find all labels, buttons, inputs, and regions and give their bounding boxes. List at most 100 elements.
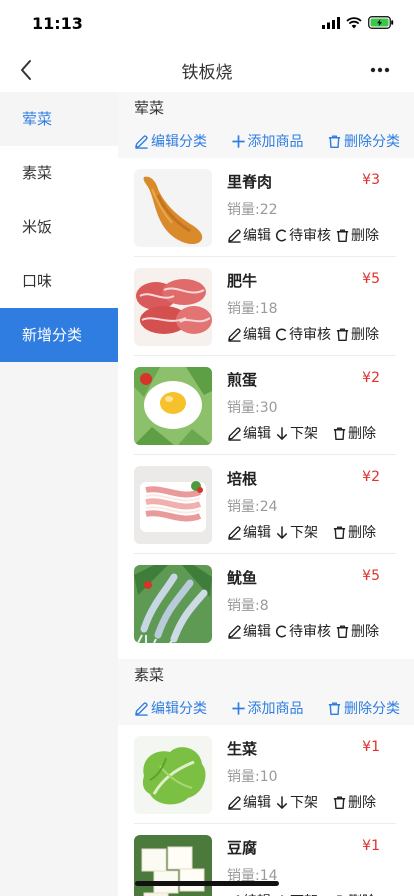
delete-product-button[interactable]: 删除 [332, 423, 376, 443]
edit-category-label: 编辑分类 [151, 134, 207, 150]
page-title: 铁板烧 [181, 63, 233, 83]
product-actions: 编辑 待审核 删除 [227, 225, 383, 245]
edit-label: 编辑 [243, 426, 271, 442]
edit-icon [228, 525, 241, 540]
trash-icon [336, 327, 349, 341]
take-down-button[interactable]: 下架 [275, 522, 318, 542]
sidebar-item-vegetable[interactable]: 素菜 [0, 146, 118, 200]
edit-label: 编辑 [243, 327, 271, 343]
plus-icon [231, 701, 245, 715]
category-name: 素菜 [134, 666, 165, 684]
more-button[interactable] [366, 56, 394, 84]
add-product-button[interactable]: 添加商品 [231, 698, 304, 718]
add-product-label: 添加商品 [247, 701, 304, 717]
product-sales: 销量:8 [227, 598, 269, 614]
delete-product-button[interactable]: 删除 [332, 891, 376, 896]
category-name: 荤菜 [134, 99, 165, 117]
product-actions: 编辑 下架 删除 [227, 522, 380, 542]
add-category-button[interactable]: 新增分类 [0, 308, 118, 362]
status-icons [322, 16, 394, 29]
edit-icon [228, 327, 241, 342]
delete-product-button[interactable]: 删除 [335, 621, 379, 641]
take-down-button[interactable]: 下架 [275, 792, 318, 812]
arrow-down-icon [276, 426, 288, 440]
home-indicator[interactable] [135, 881, 279, 886]
pending-review-button[interactable]: 待审核 [275, 324, 331, 344]
sidebar-item-meat[interactable]: 荤菜 [0, 92, 118, 146]
sidebar-item-flavor[interactable]: 口味 [0, 254, 118, 308]
pending-review-button[interactable]: 待审核 [275, 621, 331, 641]
trash-icon [336, 624, 349, 638]
take-down-label: 下架 [290, 891, 318, 896]
take-down-button[interactable]: 下架 [275, 891, 318, 896]
delete-category-button[interactable]: 删除分类 [327, 131, 400, 151]
product-sales: 销量:10 [227, 769, 278, 785]
pending-review-label: 待审核 [289, 624, 331, 640]
delete-category-label: 删除分类 [344, 134, 400, 150]
delete-product-button[interactable]: 删除 [332, 792, 376, 812]
edit-category-button[interactable]: 编辑分类 [134, 698, 207, 718]
sidebar-item-rice[interactable]: 米饭 [0, 200, 118, 254]
edit-product-button[interactable]: 编辑 [227, 225, 271, 245]
product-name: 生菜 [227, 740, 258, 758]
product-item: 培根 ¥2 销量:24 编辑 下架 删除 [134, 455, 396, 554]
product-name: 豆腐 [227, 839, 258, 857]
trash-icon [328, 134, 341, 148]
product-list: 荤菜 编辑分类 添加商品 删除分类 里脊肉 ¥3 销量:22 编辑 待审核 删除… [118, 92, 414, 896]
signal-icon [322, 16, 340, 29]
product-image [134, 268, 212, 346]
status-time: 11:13 [32, 14, 83, 33]
refresh-icon [275, 328, 287, 340]
trash-icon [328, 701, 341, 715]
edit-product-button[interactable]: 编辑 [227, 522, 271, 542]
product-item: 鱿鱼 ¥5 销量:8 编辑 待审核 删除 [134, 554, 396, 653]
pending-review-button[interactable]: 待审核 [275, 225, 331, 245]
delete-label: 删除 [351, 327, 379, 343]
delete-label: 删除 [351, 228, 379, 244]
product-image [134, 367, 212, 445]
edit-product-button[interactable]: 编辑 [227, 324, 271, 344]
take-down-label: 下架 [290, 426, 318, 442]
edit-product-button[interactable]: 编辑 [227, 621, 271, 641]
category-header: 素菜 编辑分类 添加商品 删除分类 [118, 659, 414, 725]
take-down-label: 下架 [290, 795, 318, 811]
product-price: ¥2 [362, 370, 380, 386]
trash-icon [333, 426, 346, 440]
product-price: ¥5 [362, 568, 380, 584]
edit-product-button[interactable]: 编辑 [227, 423, 271, 443]
pending-review-label: 待审核 [289, 228, 331, 244]
pending-review-label: 待审核 [289, 327, 331, 343]
delete-label: 删除 [348, 426, 376, 442]
delete-label: 删除 [348, 891, 376, 896]
delete-category-button[interactable]: 删除分类 [327, 698, 400, 718]
trash-icon [336, 228, 349, 242]
trash-icon [333, 795, 346, 809]
product-actions: 编辑 下架 删除 [227, 423, 380, 443]
product-price: ¥5 [362, 271, 380, 287]
product-sales: 销量:22 [227, 202, 278, 218]
edit-product-button[interactable]: 编辑 [227, 891, 271, 896]
take-down-button[interactable]: 下架 [275, 423, 318, 443]
product-sales: 销量:24 [227, 499, 278, 515]
product-item: 煎蛋 ¥2 销量:30 编辑 下架 删除 [134, 356, 396, 455]
take-down-label: 下架 [290, 525, 318, 541]
product-actions: 编辑 待审核 删除 [227, 621, 383, 641]
delete-product-button[interactable]: 删除 [335, 324, 379, 344]
refresh-icon [275, 229, 287, 241]
product-item: 肥牛 ¥5 销量:18 编辑 待审核 删除 [134, 257, 396, 356]
category-actions: 编辑分类 添加商品 删除分类 [134, 124, 414, 158]
product-item: 里脊肉 ¥3 销量:22 编辑 待审核 删除 [134, 158, 396, 257]
delete-product-button[interactable]: 删除 [332, 522, 376, 542]
delete-product-button[interactable]: 删除 [335, 225, 379, 245]
category-sidebar: 荤菜 素菜 米饭 口味 新增分类 [0, 92, 118, 896]
product-actions: 编辑 下架 删除 [227, 891, 380, 896]
add-product-button[interactable]: 添加商品 [231, 131, 304, 151]
edit-icon [135, 701, 148, 716]
edit-product-button[interactable]: 编辑 [227, 792, 271, 812]
category-header: 荤菜 编辑分类 添加商品 删除分类 [118, 92, 414, 158]
edit-category-button[interactable]: 编辑分类 [134, 131, 207, 151]
product-actions: 编辑 下架 删除 [227, 792, 380, 812]
product-name: 里脊肉 [227, 173, 273, 191]
delete-label: 删除 [348, 525, 376, 541]
edit-label: 编辑 [243, 228, 271, 244]
